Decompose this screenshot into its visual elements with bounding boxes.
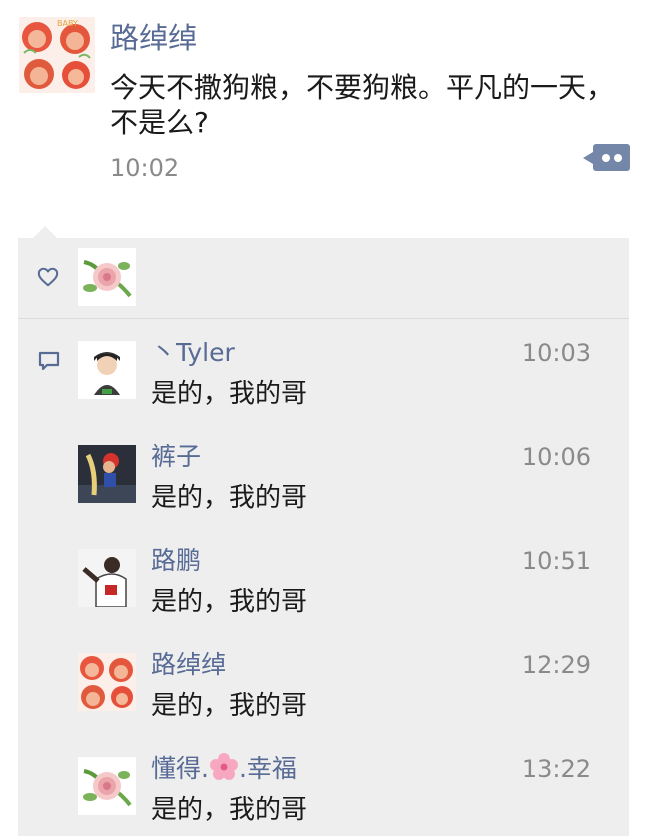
more-dots-icon[interactable]	[583, 144, 630, 171]
cartoon-man-icon	[78, 341, 136, 399]
dot-icon	[602, 154, 610, 162]
comment-item[interactable]: 懂得. .幸福 13:22 是的，我的哥	[18, 740, 629, 836]
likes-comments-box: 丶Tyler 10:03 是的，我的哥 裤子 10:06 是的，我的哥 路鹏 1…	[18, 238, 629, 836]
commenter-name[interactable]: 懂得. .幸福	[151, 752, 297, 786]
comment-text: 是的，我的哥	[151, 691, 308, 721]
mario-icon	[78, 445, 136, 503]
liker-avatar[interactable]	[78, 248, 136, 306]
rose-icon	[78, 248, 136, 306]
comment-time: 10:03	[521, 339, 591, 367]
commenter-avatar[interactable]	[78, 757, 136, 815]
commenter-avatar[interactable]	[78, 549, 136, 607]
moments-post-page: BABY 路绰绰 今天不撒狗粮，不要狗粮。平凡的一天，不是么? 10:02 丶T…	[0, 0, 650, 836]
baby-photo-icon	[78, 653, 136, 711]
divider	[18, 318, 629, 319]
comment-item[interactable]: 路绰绰 12:29 是的，我的哥	[18, 636, 629, 740]
commenter-name[interactable]: 路鹏	[151, 544, 201, 578]
commenter-avatar[interactable]	[78, 445, 136, 503]
comment-text: 是的，我的哥	[151, 379, 308, 409]
comment-time: 10:51	[521, 547, 591, 575]
heart-icon	[37, 267, 59, 287]
comment-text: 是的，我的哥	[151, 795, 308, 825]
commenter-name-prefix: 懂得.	[151, 754, 209, 783]
comment-time: 13:22	[521, 755, 591, 783]
author-name[interactable]: 路绰绰	[110, 18, 197, 58]
commenter-name[interactable]: 路绰绰	[151, 648, 226, 682]
cherry-blossom-icon	[209, 753, 238, 780]
commenter-avatar[interactable]	[78, 341, 136, 399]
comment-text: 是的，我的哥	[151, 483, 308, 513]
comment-time: 12:29	[521, 651, 591, 679]
comment-text: 是的，我的哥	[151, 587, 308, 617]
post-time: 10:02	[110, 154, 180, 182]
comment-item[interactable]: 裤子 10:06 是的，我的哥	[18, 428, 629, 532]
post-text: 今天不撒狗粮，不要狗粮。平凡的一天，不是么?	[110, 71, 615, 139]
rose-icon	[78, 757, 136, 815]
comment-time: 10:06	[521, 443, 591, 471]
comment-item[interactable]: 丶Tyler 10:03 是的，我的哥	[18, 324, 629, 428]
commenter-name[interactable]: 丶Tyler	[151, 336, 235, 370]
basketball-player-icon	[78, 549, 136, 607]
comment-item[interactable]: 路鹏 10:51 是的，我的哥	[18, 532, 629, 636]
baby-photo-icon: BABY	[19, 17, 95, 93]
commenter-name[interactable]: 裤子	[151, 440, 201, 474]
commenter-name-suffix: .幸福	[238, 754, 297, 783]
commenter-avatar[interactable]	[78, 653, 136, 711]
dot-icon	[614, 154, 622, 162]
likes-row	[18, 238, 629, 318]
author-avatar[interactable]: BABY	[19, 17, 95, 93]
svg-text:BABY: BABY	[57, 19, 78, 28]
